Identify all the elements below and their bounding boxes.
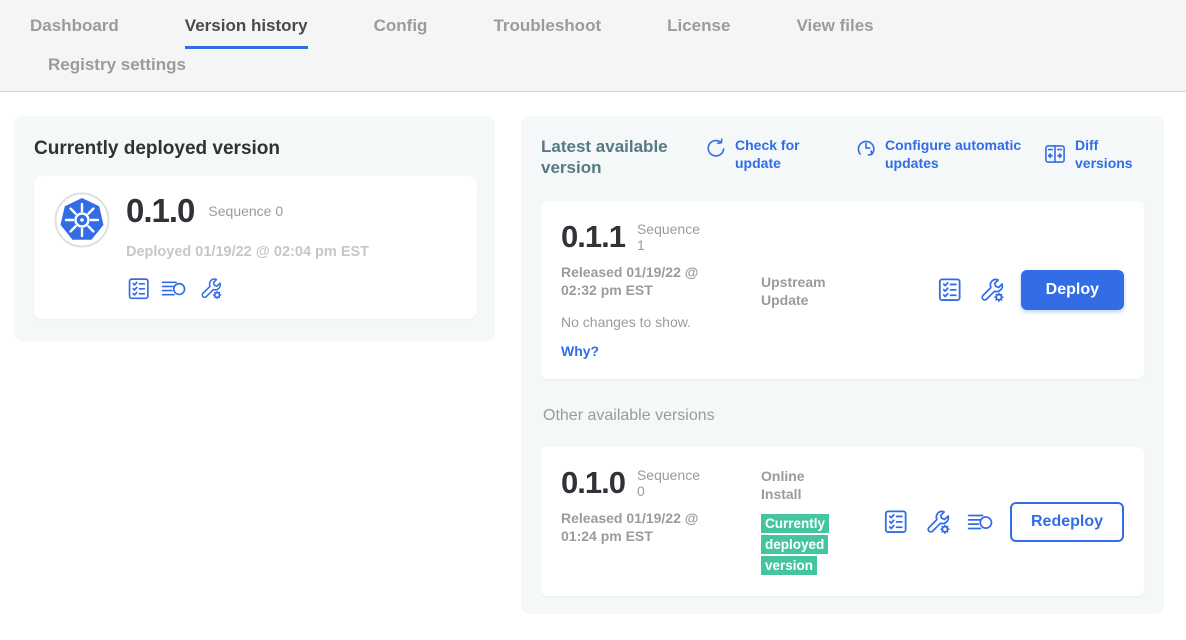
- currently-deployed-badge-text: Currently deployed version: [761, 514, 829, 575]
- other-version-info: 0.1.0 Sequence 0 Released 01/19/22 @ 01:…: [561, 467, 761, 576]
- preflight-checks-icon[interactable]: [882, 508, 909, 535]
- other-version-card: 0.1.0 Sequence 0 Released 01/19/22 @ 01:…: [541, 447, 1144, 596]
- tab-config[interactable]: Config: [374, 0, 428, 49]
- other-released-timestamp: Released 01/19/22 @ 01:24 pm EST: [561, 509, 733, 545]
- latest-released-timestamp: Released 01/19/22 @ 02:32 pm EST: [561, 263, 733, 299]
- latest-available-title: Latest available version: [541, 136, 693, 179]
- latest-actions-column: Deploy: [936, 221, 1124, 360]
- header-actions: Check for update Configure automatic upd…: [701, 136, 1144, 172]
- release-notes-icon[interactable]: [161, 276, 188, 301]
- currently-deployed-badge: Currently deployed version: [761, 513, 841, 576]
- other-version-number: 0.1.0: [561, 467, 625, 498]
- why-link[interactable]: Why?: [561, 343, 761, 359]
- deployed-sequence-label: Sequence 0: [208, 203, 283, 219]
- refresh-icon: [705, 137, 727, 159]
- main-content: Currently deployed version 0.1.0 Sequenc…: [0, 92, 1186, 614]
- check-for-update-label: Check for update: [735, 136, 819, 172]
- diff-icon: [1043, 142, 1067, 166]
- other-actions-column: Redeploy: [882, 467, 1124, 576]
- other-source-label: Online Install: [761, 467, 841, 503]
- latest-available-panel: Latest available version Check for updat…: [521, 116, 1164, 614]
- config-icon[interactable]: [978, 276, 1006, 304]
- deploy-button[interactable]: Deploy: [1021, 270, 1124, 310]
- top-navbar: Dashboard Version history Config Trouble…: [0, 0, 1186, 92]
- tab-troubleshoot[interactable]: Troubleshoot: [493, 0, 601, 49]
- config-icon[interactable]: [924, 508, 952, 536]
- tab-registry-settings[interactable]: Registry settings: [48, 55, 1186, 75]
- tab-dashboard[interactable]: Dashboard: [30, 0, 119, 49]
- latest-version-number: 0.1.1: [561, 221, 625, 252]
- diff-versions-label: Diff versions: [1075, 136, 1144, 172]
- other-source-column: Online Install Currently deployed versio…: [761, 467, 873, 576]
- latest-version-card: 0.1.1 Sequence 1 Released 01/19/22 @ 02:…: [541, 201, 1144, 380]
- deployed-version-number: 0.1.0: [126, 192, 194, 230]
- nav-row-1: Dashboard Version history Config Trouble…: [30, 0, 1186, 49]
- release-notes-icon[interactable]: [967, 509, 995, 535]
- kubernetes-app-icon: [54, 192, 110, 248]
- redeploy-button[interactable]: Redeploy: [1010, 502, 1124, 542]
- no-changes-text: No changes to show.: [561, 314, 761, 330]
- schedule-update-icon: [855, 137, 877, 159]
- preflight-checks-icon[interactable]: [936, 276, 963, 303]
- tab-license[interactable]: License: [667, 0, 730, 49]
- tab-view-files[interactable]: View files: [796, 0, 873, 49]
- other-sequence-label: Sequence 0: [637, 467, 707, 499]
- check-for-update-link[interactable]: Check for update: [705, 136, 819, 172]
- deployed-version-card: 0.1.0 Sequence 0 Deployed 01/19/22 @ 02:…: [34, 176, 477, 319]
- diff-versions-link[interactable]: Diff versions: [1043, 136, 1144, 172]
- preflight-checks-icon[interactable]: [126, 276, 151, 301]
- currently-deployed-panel: Currently deployed version 0.1.0 Sequenc…: [14, 116, 495, 341]
- configure-automatic-updates-label: Configure automatic updates: [885, 136, 1043, 172]
- latest-source-label: Upstream Update: [761, 273, 841, 309]
- configure-automatic-updates-link[interactable]: Configure automatic updates: [855, 136, 1043, 172]
- currently-deployed-title: Currently deployed version: [34, 138, 477, 160]
- latest-version-info: 0.1.1 Sequence 1 Released 01/19/22 @ 02:…: [561, 221, 761, 360]
- tab-version-history[interactable]: Version history: [185, 0, 308, 49]
- latest-sequence-label: Sequence 1: [637, 221, 707, 253]
- config-icon[interactable]: [198, 276, 224, 301]
- latest-header: Latest available version Check for updat…: [541, 136, 1144, 179]
- nav-row-2: Registry settings: [30, 49, 1186, 91]
- deployed-timestamp: Deployed 01/19/22 @ 02:04 pm EST: [126, 244, 369, 260]
- latest-source-column: Upstream Update: [761, 221, 873, 360]
- deployed-version-info: 0.1.0 Sequence 0 Deployed 01/19/22 @ 02:…: [126, 192, 369, 301]
- other-versions-title: Other available versions: [543, 407, 1144, 425]
